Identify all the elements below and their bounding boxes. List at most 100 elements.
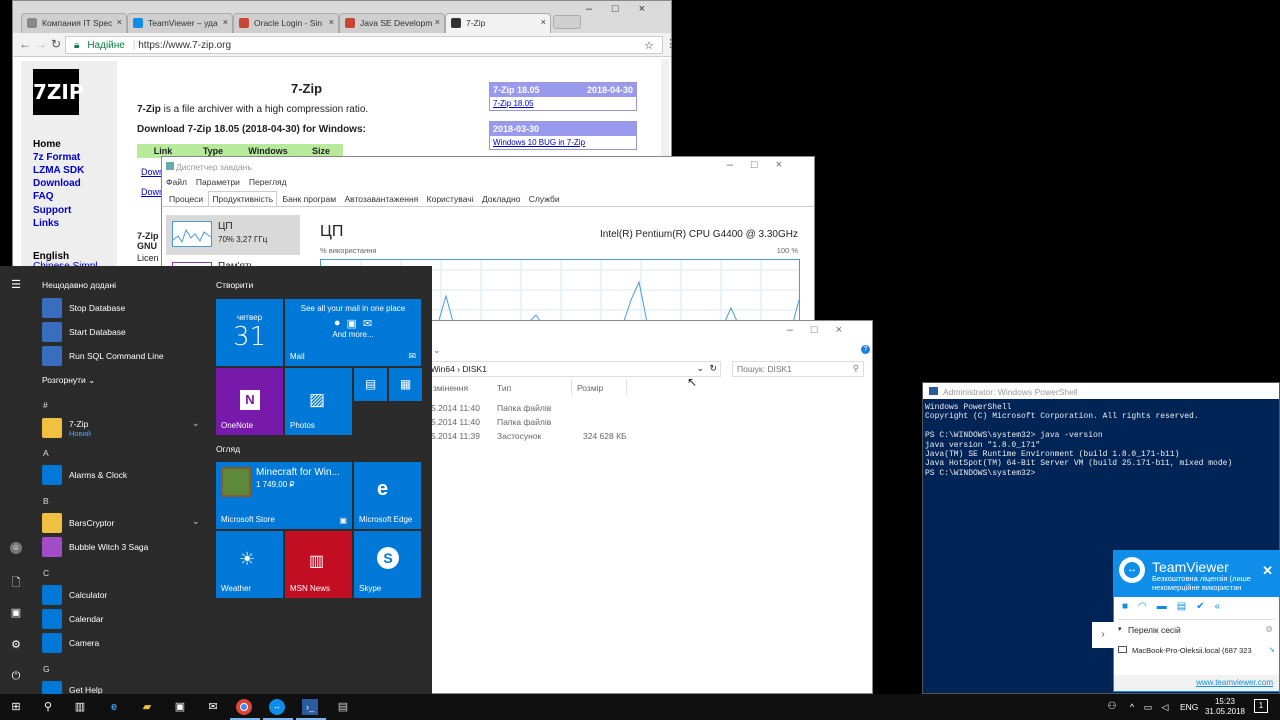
onenote-tile[interactable]: N OneNote bbox=[216, 368, 283, 435]
tab-performance[interactable]: Продуктивність bbox=[208, 191, 278, 206]
mail-tile[interactable]: See all your mail in one place ● ▣ ✉ And m… bbox=[285, 299, 421, 366]
letter-header[interactable]: C bbox=[43, 568, 49, 578]
bookmark-star-icon[interactable]: ☆ bbox=[644, 39, 654, 52]
letter-header[interactable]: # bbox=[43, 400, 48, 410]
app-bubble-witch[interactable]: Bubble Witch 3 Saga bbox=[42, 537, 148, 557]
nav-download-link[interactable]: Download bbox=[33, 178, 81, 189]
installer-icon[interactable]: ▤ bbox=[335, 699, 351, 715]
hamburger-icon[interactable]: ☰ bbox=[8, 278, 24, 291]
tab-oracle[interactable]: Oracle Login - Sin × bbox=[233, 13, 339, 33]
network-icon[interactable]: ▭ bbox=[1140, 699, 1156, 715]
people-icon[interactable]: ⚇ bbox=[1104, 699, 1120, 715]
tv-expand-handle[interactable]: › bbox=[1092, 622, 1114, 648]
chevron-down-icon[interactable]: ⌄ bbox=[192, 516, 200, 527]
store-tile[interactable]: Minecraft for Win... 1 749,00 ₽ Microsof… bbox=[216, 462, 352, 529]
cpu-sidebar-item[interactable]: ЦП 70% 3,27 ГГц bbox=[166, 215, 300, 255]
tools-icon[interactable]: ✔ bbox=[1196, 601, 1204, 615]
tab-details[interactable]: Докладно bbox=[479, 192, 523, 206]
files-icon[interactable]: ▤ bbox=[1177, 601, 1186, 615]
user-avatar-icon[interactable]: ☺ bbox=[10, 542, 22, 554]
file-row[interactable]: 5.2014 11:40 Папка файлів bbox=[431, 403, 661, 415]
col-type[interactable]: Тип bbox=[497, 383, 511, 393]
chevron-down-icon[interactable]: ⌄ bbox=[192, 418, 200, 429]
search-icon[interactable]: ⚲ bbox=[40, 699, 56, 715]
tab-startup[interactable]: Автозавантаження bbox=[341, 192, 421, 206]
app-calendar[interactable]: Calendar bbox=[42, 609, 104, 629]
new-tab-button[interactable] bbox=[553, 15, 581, 29]
chevron-down-icon[interactable]: ⌄ bbox=[696, 363, 704, 374]
back-icon[interactable]: ← bbox=[19, 37, 31, 51]
close-icon[interactable]: ✕ bbox=[1262, 563, 1273, 579]
app-barscryptor[interactable]: BarsCryptor bbox=[42, 513, 114, 533]
ps-console[interactable]: Windows PowerShell Copyright (C) Microsof… bbox=[923, 399, 1279, 482]
window-controls[interactable]: –□× bbox=[586, 3, 665, 15]
close-tab-icon[interactable]: × bbox=[541, 17, 546, 27]
refresh-icon[interactable]: ↻ bbox=[709, 363, 717, 374]
url-input[interactable]: 🔒︎ Надійне | https://www.7-zip.org ☆ bbox=[65, 36, 663, 54]
weather-tile[interactable]: ☀ Weather bbox=[216, 531, 283, 598]
windows-start-icon[interactable]: ⊞ bbox=[8, 699, 24, 715]
nav-home-link[interactable]: Home bbox=[33, 139, 61, 150]
window-controls[interactable]: –□× bbox=[787, 324, 860, 336]
close-tab-icon[interactable]: × bbox=[223, 17, 228, 27]
clock[interactable]: 15:23 31.05.2018 bbox=[1200, 697, 1250, 717]
nav-lzma-link[interactable]: LZMA SDK bbox=[33, 165, 84, 176]
nav-links-link[interactable]: Links bbox=[33, 218, 59, 229]
menu-options[interactable]: Параметри bbox=[196, 177, 240, 187]
tab-java[interactable]: Java SE Developm × bbox=[339, 13, 445, 33]
tab-services[interactable]: Служби bbox=[526, 192, 563, 206]
notification-center-icon[interactable]: 1 bbox=[1254, 699, 1268, 713]
teamviewer-icon[interactable]: ↔ bbox=[269, 699, 285, 715]
session-row[interactable]: MacBook-Pro-Oleksii.local (687 323 ➘ bbox=[1114, 640, 1279, 662]
col-modified[interactable]: змінення bbox=[433, 383, 468, 393]
video-icon[interactable]: ■ bbox=[1122, 601, 1128, 615]
file-explorer-icon[interactable]: ▰ bbox=[139, 699, 155, 715]
app-camera[interactable]: Camera bbox=[42, 633, 99, 653]
file-row[interactable]: 5.2014 11:40 Папка файлів bbox=[431, 417, 661, 429]
app-alarms[interactable]: Alarms & Clock bbox=[42, 465, 127, 485]
chat-icon[interactable]: ▬ bbox=[1157, 601, 1167, 615]
menu-file[interactable]: Файл bbox=[166, 177, 187, 187]
sessions-header[interactable]: ▾ Перелік сесій ⚙ bbox=[1114, 620, 1279, 640]
calendar-tile[interactable]: четвер 31 bbox=[216, 299, 283, 366]
tab-processes[interactable]: Процеси bbox=[166, 192, 206, 206]
letter-header[interactable]: G bbox=[43, 664, 50, 674]
pictures-icon[interactable]: ▣ bbox=[8, 606, 24, 619]
tv-website-link[interactable]: www.teamviewer.com bbox=[1114, 675, 1279, 691]
settings-gear-icon[interactable]: ⚙ bbox=[8, 638, 24, 651]
power-icon[interactable]: ⏻ bbox=[8, 670, 24, 683]
tab-users[interactable]: Користувачі bbox=[424, 192, 477, 206]
tab-itspec[interactable]: Компания IT Spec × bbox=[21, 13, 127, 33]
movies-tile[interactable]: ▤ bbox=[354, 368, 387, 401]
pointer-icon[interactable]: ➘ bbox=[1269, 645, 1275, 654]
tab-teamviewer[interactable]: TeamViewer – уда × bbox=[127, 13, 233, 33]
expand-ribbon-icon[interactable]: ⌄ bbox=[433, 345, 441, 356]
app-sql-command-line[interactable]: Run SQL Command Line bbox=[42, 346, 164, 366]
col-size[interactable]: Розмір bbox=[577, 383, 603, 393]
nav-7z-format-link[interactable]: 7z Format bbox=[33, 152, 80, 163]
address-path[interactable]: _Win64 › DISK1 ⌄ ↻ bbox=[421, 361, 721, 377]
chrome-icon[interactable] bbox=[236, 699, 252, 715]
language-indicator[interactable]: ENG bbox=[1180, 702, 1198, 712]
app-calculator[interactable]: Calculator bbox=[42, 585, 107, 605]
nav-faq-link[interactable]: FAQ bbox=[33, 191, 54, 202]
powershell-icon[interactable]: ›_ bbox=[302, 699, 318, 715]
volume-icon[interactable]: ◁ bbox=[1157, 699, 1173, 715]
mail-icon[interactable]: ✉ bbox=[205, 699, 221, 715]
task-view-icon[interactable]: ▥ bbox=[72, 699, 88, 715]
edge-icon[interactable]: e bbox=[106, 699, 122, 715]
news-link[interactable]: Windows 10 BUG in 7-Zip bbox=[490, 136, 636, 149]
store-icon[interactable]: ▣ bbox=[172, 699, 188, 715]
close-tab-icon[interactable]: × bbox=[117, 17, 122, 27]
tab-7zip[interactable]: 7-Zip × bbox=[445, 13, 551, 33]
show-hidden-icon[interactable]: ^ bbox=[1124, 699, 1140, 715]
collapse-icon[interactable]: « bbox=[1215, 601, 1221, 615]
app-stop-database[interactable]: Stop Database bbox=[42, 298, 125, 318]
calculator-tile[interactable]: ▦ bbox=[389, 368, 422, 401]
msn-news-tile[interactable]: ▥ MSN News bbox=[285, 531, 352, 598]
help-icon[interactable]: ? bbox=[861, 345, 870, 354]
search-input[interactable]: Пошук: DISK1 ⚲ bbox=[732, 361, 864, 377]
letter-header[interactable]: B bbox=[43, 496, 49, 506]
documents-icon[interactable]: 🗋︎ bbox=[8, 574, 24, 593]
news-link[interactable]: 7-Zip 18.05 bbox=[490, 97, 636, 110]
